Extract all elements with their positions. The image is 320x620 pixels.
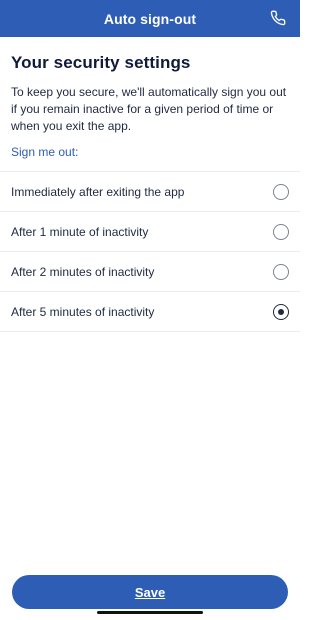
option-immediately[interactable]: Immediately after exiting the app <box>0 172 300 212</box>
phone-button[interactable] <box>268 8 288 28</box>
radio-button-selected[interactable] <box>273 303 289 320</box>
radio-button[interactable] <box>273 183 289 200</box>
option-5-minutes[interactable]: After 5 minutes of inactivity <box>0 292 300 332</box>
save-button[interactable]: Save <box>12 575 288 609</box>
option-label: Immediately after exiting the app <box>11 184 185 199</box>
save-label: Save <box>134 584 166 600</box>
option-label: After 5 minutes of inactivity <box>11 304 155 319</box>
option-label: After 1 minute of inactivity <box>11 224 149 239</box>
radio-selected-dot <box>278 308 284 315</box>
option-1-minute[interactable]: After 1 minute of inactivity <box>0 212 300 252</box>
radio-button[interactable] <box>273 263 289 280</box>
phone-icon <box>270 10 286 26</box>
app-header: Auto sign-out <box>0 0 300 37</box>
intro-text: To keep you secure, we'll automatically … <box>11 85 287 133</box>
page-title: Your security settings <box>11 53 191 72</box>
radio-button[interactable] <box>273 223 289 240</box>
option-label: After 2 minutes of inactivity <box>11 264 155 279</box>
settings-content: Your security settings To keep you secur… <box>0 37 300 332</box>
sign-out-subtitle: Sign me out: <box>11 145 79 159</box>
sign-out-options: Immediately after exiting the app After … <box>0 171 300 332</box>
option-2-minutes[interactable]: After 2 minutes of inactivity <box>0 252 300 292</box>
home-indicator <box>97 611 203 614</box>
header-title: Auto sign-out <box>103 10 197 27</box>
